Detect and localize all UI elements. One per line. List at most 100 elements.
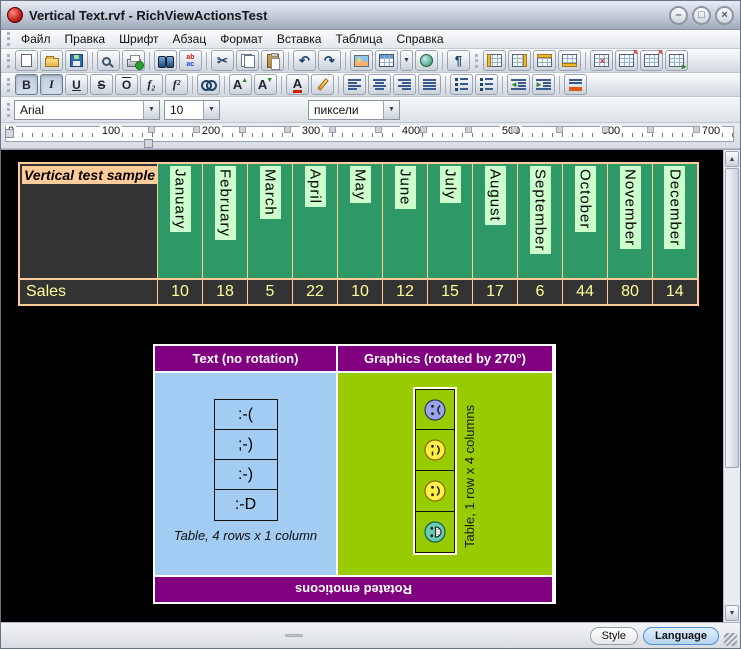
month-cell[interactable]: July — [428, 163, 473, 279]
align-center-button[interactable] — [368, 74, 391, 95]
paragraph-color-button[interactable] — [564, 74, 587, 95]
month-cell[interactable]: September — [518, 163, 563, 279]
show-formatting-button[interactable]: ¶ — [447, 50, 470, 71]
subscript-button[interactable]: f₂ — [140, 74, 163, 95]
column-marker[interactable] — [693, 126, 700, 133]
indent-marker[interactable] — [144, 139, 153, 148]
insert-column-left-button[interactable] — [483, 50, 506, 71]
resize-grip[interactable] — [724, 633, 737, 646]
month-cell[interactable]: February — [203, 163, 248, 279]
column-marker[interactable] — [329, 126, 336, 133]
column-marker[interactable] — [284, 126, 291, 133]
hyperlink-button[interactable] — [415, 50, 438, 71]
paste-button[interactable] — [261, 50, 284, 71]
insert-row-below-button[interactable] — [558, 50, 581, 71]
language-button[interactable]: Language — [643, 627, 719, 645]
scroll-up-button[interactable]: ▲ — [725, 151, 739, 167]
insert-row-above-button[interactable] — [533, 50, 556, 71]
sales-table[interactable]: Vertical test sample January February Ma… — [18, 162, 699, 306]
graphic-emoticons-cell[interactable]: Table, 1 row x 4 columns — [338, 373, 552, 575]
new-document-button[interactable] — [15, 50, 38, 71]
bullet-list-button[interactable] — [450, 74, 473, 95]
align-left-button[interactable] — [343, 74, 366, 95]
horizontal-ruler[interactable]: 0 100 200 300 400 500 600 700 — [1, 123, 740, 149]
vertical-scrollbar[interactable]: ▲ ▼ — [723, 150, 740, 622]
toolbar1-grip[interactable] — [7, 54, 10, 68]
emoticons-table[interactable]: Text (no rotation) Graphics (rotated by … — [153, 344, 556, 604]
insert-column-right-button[interactable] — [508, 50, 531, 71]
menu-paragraph[interactable]: Абзац — [166, 30, 214, 48]
print-button[interactable] — [122, 50, 145, 71]
bold-button[interactable]: B — [15, 74, 38, 95]
column-marker[interactable] — [556, 126, 563, 133]
month-cell[interactable]: May — [338, 163, 383, 279]
statusbar-handle[interactable] — [285, 634, 303, 637]
units-select[interactable]: пиксели ▼ — [308, 100, 400, 120]
column-marker[interactable] — [375, 126, 382, 133]
redo-button[interactable]: ↷ — [318, 50, 341, 71]
toolbar2-grip[interactable] — [7, 78, 10, 92]
menu-grip[interactable] — [7, 32, 10, 46]
month-cell[interactable]: March — [248, 163, 293, 279]
menu-file[interactable]: Файл — [14, 30, 58, 48]
column-marker[interactable] — [193, 126, 200, 133]
column-marker[interactable] — [420, 126, 427, 133]
font-size-select[interactable]: 10 ▼ — [164, 100, 220, 120]
text-emoticons-cell[interactable]: :-( ;-) :-) :-D Table, 4 rows x 1 column — [155, 373, 336, 575]
menu-format[interactable]: Формат — [213, 30, 270, 48]
maximize-button[interactable]: □ — [692, 6, 711, 25]
justify-button[interactable] — [418, 74, 441, 95]
month-cell[interactable]: December — [653, 163, 698, 279]
month-cell[interactable]: November — [608, 163, 653, 279]
menu-table[interactable]: Таблица — [328, 30, 389, 48]
menu-font[interactable]: Шрифт — [112, 30, 165, 48]
underline-button[interactable]: U — [65, 74, 88, 95]
fontbar-grip[interactable] — [7, 103, 10, 117]
indent-marker[interactable] — [5, 129, 14, 138]
insert-table-dropdown[interactable]: ▼ — [400, 50, 413, 71]
save-button[interactable] — [65, 50, 88, 71]
menu-help[interactable]: Справка — [390, 30, 451, 48]
undo-button[interactable]: ↶ — [293, 50, 316, 71]
delete-rows-button[interactable]: × — [590, 50, 613, 71]
column-marker[interactable] — [148, 126, 155, 133]
month-cell[interactable]: June — [383, 163, 428, 279]
minimize-button[interactable]: – — [669, 6, 688, 25]
insert-picture-button[interactable] — [350, 50, 373, 71]
scrollbar-thumb[interactable] — [725, 168, 739, 468]
numbered-list-button[interactable] — [475, 74, 498, 95]
overline-button[interactable]: O — [115, 74, 138, 95]
superscript-button[interactable]: f² — [165, 74, 188, 95]
style-button[interactable]: Style — [590, 627, 638, 645]
find-button[interactable] — [154, 50, 177, 71]
italic-button[interactable]: I — [40, 74, 63, 95]
readability-button[interactable] — [197, 74, 220, 95]
month-cell[interactable]: April — [293, 163, 338, 279]
replace-button[interactable]: abac — [179, 50, 202, 71]
strikethrough-button[interactable]: S — [90, 74, 113, 95]
toolbar-table-grip[interactable] — [475, 54, 478, 68]
month-cell[interactable]: January — [158, 163, 203, 279]
scroll-down-button[interactable]: ▼ — [725, 605, 739, 621]
month-cell[interactable]: August — [473, 163, 518, 279]
column-marker[interactable] — [602, 126, 609, 133]
menu-insert[interactable]: Вставка — [270, 30, 329, 48]
print-preview-button[interactable] — [97, 50, 120, 71]
document-canvas[interactable]: Vertical test sample January February Ma… — [1, 150, 723, 622]
scrollbar-track[interactable] — [724, 468, 740, 604]
delete-columns-button[interactable]: × — [615, 50, 638, 71]
font-color-button[interactable]: A — [286, 74, 309, 95]
cut-button[interactable]: ✂ — [211, 50, 234, 71]
caption-cell[interactable]: Vertical test sample — [19, 163, 158, 279]
grow-font-button[interactable]: A▲ — [229, 74, 252, 95]
decrease-indent-button[interactable]: ◄ — [507, 74, 530, 95]
merge-cells-button[interactable]: ► — [665, 50, 688, 71]
insert-table-button[interactable] — [375, 50, 398, 71]
menu-edit[interactable]: Правка — [58, 30, 113, 48]
title-bar[interactable]: Vertical Text.rvf - RichViewActionsTest … — [1, 1, 740, 30]
font-name-select[interactable]: Arial ▼ — [14, 100, 160, 120]
column-marker[interactable] — [239, 126, 246, 133]
month-cell[interactable]: October — [563, 163, 608, 279]
open-button[interactable] — [40, 50, 63, 71]
close-button[interactable]: × — [715, 6, 734, 25]
